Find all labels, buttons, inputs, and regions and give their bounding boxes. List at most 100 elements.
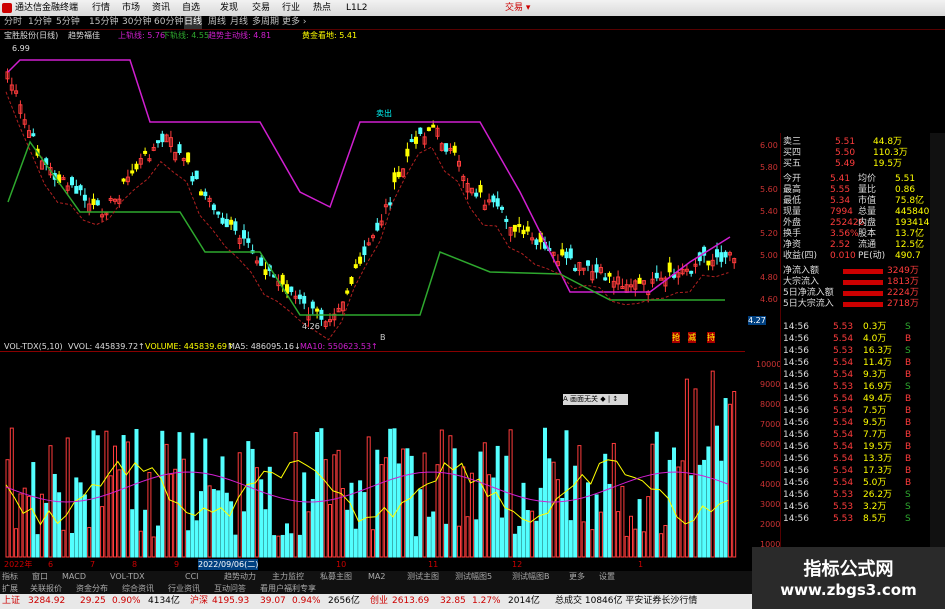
indicator-tab[interactable]: MA2 — [368, 571, 385, 583]
volume-bar — [121, 435, 126, 558]
trade-row: 14:56 5.54 13.3万 B — [783, 454, 912, 464]
info-tab[interactable]: 资金分布 — [76, 583, 108, 594]
date-tick: 9 — [174, 560, 180, 569]
info-tab[interactable]: 扩展 — [2, 583, 18, 594]
indicator-tab[interactable]: 指标 — [2, 571, 18, 583]
volume-bar — [624, 535, 629, 558]
menu-item[interactable]: 资讯 — [152, 1, 170, 15]
candlestick-series — [5, 68, 737, 330]
volume-bar — [586, 482, 590, 558]
indicator-tab[interactable]: 窗口 — [32, 571, 48, 583]
floating-popup[interactable]: A 画面无关 ◆ | ↕ — [563, 394, 628, 405]
side-scroll-tabs[interactable] — [930, 133, 945, 573]
menu-item[interactable]: 交易 — [252, 1, 270, 15]
period-tab[interactable]: 30分钟 — [122, 16, 151, 29]
menu-item[interactable]: 热点 — [313, 1, 331, 15]
volume-chart[interactable] — [0, 352, 745, 559]
volume-bar — [452, 448, 457, 558]
volume-bar — [491, 477, 496, 558]
period-tab[interactable]: 月线 — [230, 16, 248, 29]
indicator-tab[interactable]: 测试幅图B — [512, 571, 550, 583]
index-label[interactable]: 沪深 — [190, 595, 208, 608]
candle-body — [426, 127, 431, 131]
candle-body — [353, 264, 358, 269]
vol-indicator-name: VOL-TDX(5,10) — [4, 342, 63, 351]
volume-bar — [113, 445, 117, 558]
menu-item[interactable]: 市场 — [122, 1, 140, 15]
indicator-tab[interactable]: 主力监控 — [272, 571, 304, 583]
trade-row: 14:56 5.54 4.0万 B — [783, 334, 912, 344]
volume-bar — [444, 523, 449, 558]
indicator-tab[interactable]: 测试幅图5 — [455, 571, 492, 583]
volume-bar — [616, 511, 621, 558]
info-tab[interactable]: 互动问答 — [214, 583, 246, 594]
period-tab[interactable]: 15分钟 — [89, 16, 118, 29]
volume-bar — [637, 499, 642, 558]
volume-bar — [267, 466, 272, 558]
indicator-tab[interactable]: VOL-TDX — [110, 571, 145, 583]
indicator-tab[interactable]: CCI — [185, 571, 199, 583]
menu-item[interactable]: 行情 — [92, 1, 110, 15]
candle-body — [418, 127, 423, 134]
volume-bar — [538, 487, 543, 558]
indicator-tab[interactable]: 设置 — [599, 571, 615, 583]
candle-body — [525, 226, 530, 232]
candle-body — [216, 211, 221, 215]
flow-row: 净流入额 3249万 — [783, 266, 919, 276]
volume-bar — [500, 517, 504, 558]
indicator-tab[interactable]: 私募主图 — [320, 571, 352, 583]
kline-chart[interactable] — [0, 42, 745, 342]
volume-bar — [405, 448, 410, 558]
quote-row: 买五 5.49 19.5万 — [783, 159, 903, 169]
candle-body — [297, 294, 302, 300]
period-tab[interactable]: 5分钟 — [56, 16, 80, 29]
volume-bar — [263, 509, 268, 558]
info-tab[interactable]: 关联报价 — [30, 583, 62, 594]
info-tab[interactable]: 综合资讯 — [122, 583, 154, 594]
cursor-date: 2022/09/06(二) — [198, 559, 259, 570]
period-tab[interactable]: 多周期 — [252, 16, 279, 29]
info-tab[interactable]: 看用户福利专享 — [260, 583, 316, 594]
volume-bar — [414, 536, 418, 558]
period-tab[interactable]: 周线 — [208, 16, 226, 29]
volume-bar — [474, 519, 479, 558]
period-tab-active[interactable]: 日线 — [184, 16, 203, 29]
indicator-tab[interactable]: 趋势动力 — [224, 571, 256, 583]
period-tab[interactable]: 1分钟 — [28, 16, 52, 29]
volume-bar — [211, 489, 216, 558]
volume-bar — [672, 447, 676, 558]
volume-bar — [478, 451, 483, 558]
index-label[interactable]: 创业 — [370, 595, 388, 608]
candle-body — [310, 301, 315, 309]
volume-bar — [190, 432, 195, 558]
indicator-tab[interactable]: 更多 — [569, 571, 585, 583]
volume-bar — [35, 534, 40, 558]
trade-menu[interactable]: 交易 ▾ — [505, 1, 530, 15]
menu-item[interactable]: L1L2 — [346, 1, 367, 15]
volume-bar — [91, 430, 96, 558]
flow-bar — [843, 280, 883, 285]
menu-item[interactable]: 行业 — [282, 1, 300, 15]
volume-bar — [117, 469, 122, 558]
period-tab[interactable]: 60分钟 — [154, 16, 183, 29]
volume-bar — [27, 495, 31, 558]
indicator-tab[interactable]: 测试主图 — [407, 571, 439, 583]
info-tab[interactable]: 行业资讯 — [168, 583, 200, 594]
volume-bar — [250, 448, 255, 558]
index-label[interactable]: 上证 — [2, 595, 20, 608]
period-tab[interactable]: 分时 — [4, 16, 22, 29]
volume-bar — [710, 370, 715, 558]
volume-bar — [375, 449, 380, 558]
candle-body — [723, 251, 728, 258]
vvol-value: VVOL: 445839.72↑ — [68, 342, 145, 351]
period-tab[interactable]: 更多 › — [282, 16, 306, 29]
date-tick: 8 — [132, 560, 138, 569]
menu-item[interactable]: 发现 — [220, 1, 238, 15]
volume-bar — [702, 459, 707, 558]
menu-item[interactable]: 自选 — [182, 1, 200, 15]
indicator-info-row: 宝胜股份(日线) 趋势福佳 上轨线: 5.76 下轨线: 4.55 趋势主动线:… — [0, 30, 745, 42]
stat-row: 今开 5.41 均价 5.51 — [783, 174, 916, 184]
ma5-value: MA5: 486095.16↓ — [228, 342, 301, 351]
indicator-tab[interactable]: MACD — [62, 571, 86, 583]
volume-bar — [715, 425, 719, 558]
